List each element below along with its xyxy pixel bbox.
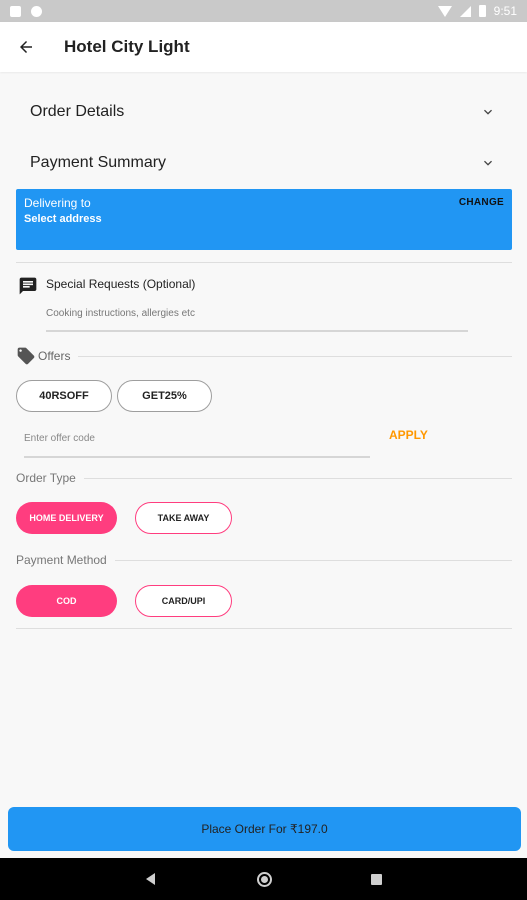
page-title: Hotel City Light	[64, 37, 190, 56]
delivery-address-card[interactable]: Delivering to Select address CHANGE	[16, 189, 512, 250]
nav-back-icon[interactable]	[146, 873, 155, 885]
tag-icon	[17, 347, 35, 365]
wifi-icon	[437, 5, 452, 17]
chevron-down-icon	[476, 100, 500, 124]
payment-summary-toggle[interactable]: Payment Summary	[30, 148, 500, 178]
change-address-button[interactable]: CHANGE	[459, 197, 504, 208]
place-order-button[interactable]: Place Order For ₹197.0	[8, 807, 521, 851]
apply-offer-button[interactable]: APPLY	[389, 428, 428, 442]
payment-method-label: Payment Method	[16, 553, 107, 567]
order-type-take-away[interactable]: TAKE AWAY	[135, 502, 232, 534]
message-icon	[19, 277, 37, 295]
offers-header: Offers	[16, 346, 512, 366]
notification-icon	[31, 5, 42, 17]
payment-method-cod[interactable]: COD	[16, 585, 117, 617]
divider	[114, 559, 512, 561]
special-requests-input[interactable]	[46, 302, 468, 332]
delivering-to-label: Delivering to	[24, 196, 91, 210]
order-type-home-delivery[interactable]: HOME DELIVERY	[16, 502, 117, 534]
payment-summary-label: Payment Summary	[30, 154, 167, 171]
battery-icon	[478, 5, 486, 17]
payment-method-header: Payment Method	[16, 551, 512, 569]
back-button[interactable]	[14, 35, 38, 59]
offer-chip[interactable]: 40RSOFF	[16, 380, 112, 412]
order-details-toggle[interactable]: Order Details	[30, 97, 500, 127]
order-details-label: Order Details	[30, 103, 125, 120]
divider	[83, 477, 512, 479]
payment-method-card-upi[interactable]: CARD/UPI	[135, 585, 232, 617]
notification-icon	[10, 5, 21, 17]
special-requests-label: Special Requests (Optional)	[46, 277, 196, 291]
delivery-address: Select address	[24, 213, 102, 225]
system-nav-bar	[0, 858, 527, 900]
signal-icon	[459, 5, 471, 17]
offers-label: Offers	[38, 349, 71, 363]
divider	[16, 262, 512, 263]
arrow-back-icon	[20, 41, 32, 53]
chevron-down-icon	[476, 151, 500, 175]
divider	[16, 628, 512, 629]
order-type-header: Order Type	[16, 469, 512, 487]
status-time: 9:51	[493, 4, 517, 18]
offer-code-input[interactable]	[24, 424, 370, 458]
offer-chip[interactable]: GET25%	[117, 380, 212, 412]
app-bar: Hotel City Light	[0, 22, 527, 72]
order-type-label: Order Type	[16, 471, 76, 485]
nav-recents-icon[interactable]	[371, 873, 382, 885]
divider	[78, 355, 512, 357]
nav-home-icon[interactable]	[257, 871, 272, 887]
status-bar: 9:51	[0, 0, 527, 22]
